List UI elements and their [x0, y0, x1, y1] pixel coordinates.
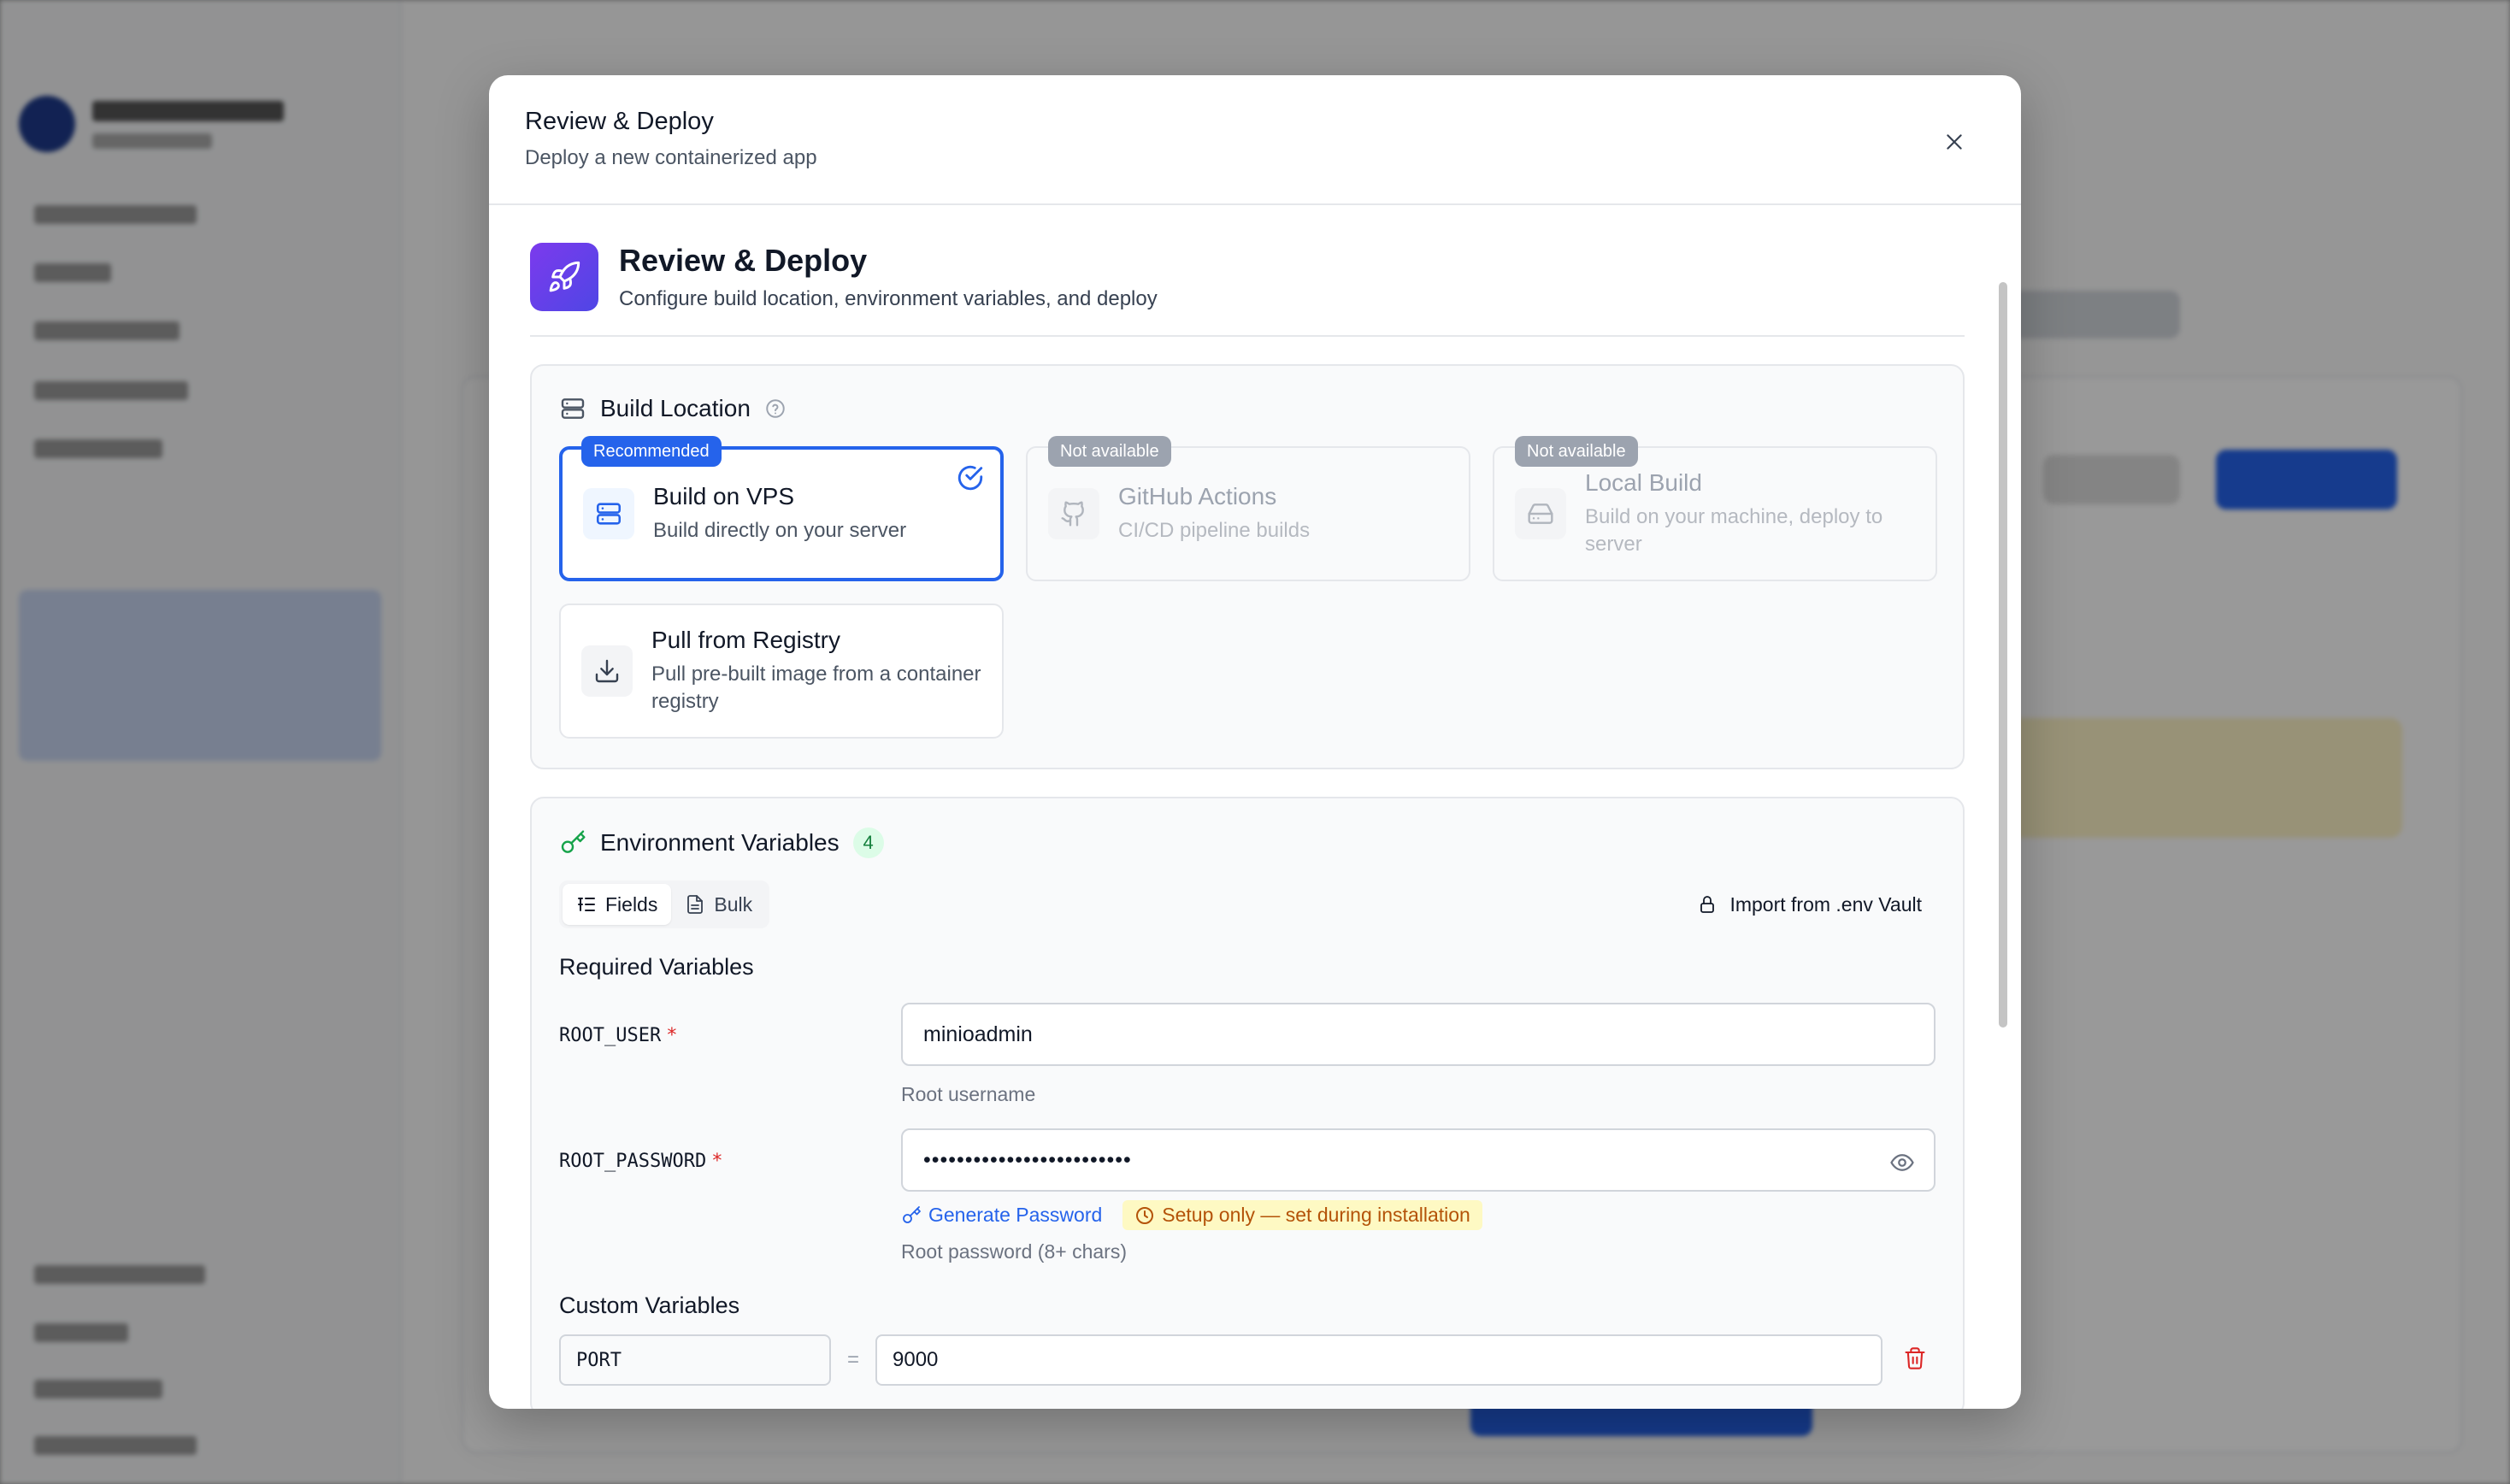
custom-key-input[interactable]: PORT	[559, 1334, 831, 1386]
file-text-icon	[687, 895, 704, 914]
step-title: Review & Deploy	[619, 243, 868, 278]
generate-password-link[interactable]: Generate Password	[901, 1204, 1102, 1227]
dialog-title: Review & Deploy	[525, 108, 714, 135]
environment-variables-panel: Environment Variables 4 Fields Bulk Impo…	[530, 797, 1965, 1409]
build-option-description: CI/CD pipeline builds	[1118, 519, 1311, 542]
tab-bulk-label: Bulk	[714, 892, 753, 916]
rocket-icon	[530, 243, 598, 311]
tab-bulk[interactable]: Bulk	[671, 884, 766, 925]
variable-row: ROOT_PASSWORD * •••••••••••••••••••••••••…	[559, 1128, 1936, 1263]
required-variables-title: Required Variables	[559, 954, 754, 980]
step-subtitle: Configure build location, environment va…	[619, 287, 1158, 310]
root-user-value: minioadmin	[923, 1022, 1033, 1046]
server-icon	[583, 488, 634, 539]
custom-key-value: PORT	[576, 1349, 622, 1371]
key-icon	[903, 1205, 921, 1223]
dialog-header: Review & Deploy Deploy a new containeriz…	[489, 75, 2021, 205]
build-option-registry[interactable]: Pull from Registry Pull pre-built image …	[559, 604, 1004, 739]
lock-icon	[1700, 896, 1715, 913]
equals-sign: =	[846, 1348, 859, 1371]
generate-password-label: Generate Password	[928, 1204, 1103, 1226]
build-option-description: Build directly on your server	[653, 519, 907, 542]
help-icon[interactable]	[764, 398, 787, 420]
not-available-badge: Not available	[1048, 436, 1171, 467]
dialog-body[interactable]: Review & Deploy Configure build location…	[489, 205, 2021, 1409]
variable-key: ROOT_PASSWORD *	[559, 1128, 901, 1263]
build-location-panel: Build Location Recommended Build on VPS …	[530, 364, 1965, 769]
eye-icon[interactable]	[1889, 1150, 1915, 1175]
root-password-input[interactable]: •••••••••••••••••••••••••	[901, 1128, 1936, 1192]
root-password-value: •••••••••••••••••••••••••	[923, 1147, 1132, 1172]
tab-fields[interactable]: Fields	[563, 884, 672, 925]
env-mode-toggle: Fields Bulk	[559, 880, 770, 928]
delete-variable-button[interactable]	[1903, 1346, 1927, 1375]
required-marker: *	[666, 1025, 678, 1046]
environment-variables-title: Environment Variables	[600, 829, 840, 856]
dialog-scrollbar[interactable]	[1999, 282, 2007, 1028]
variable-key-label: ROOT_PASSWORD	[559, 1151, 707, 1172]
custom-variable-row: PORT = 9000	[559, 1334, 1936, 1386]
required-marker: *	[711, 1151, 723, 1172]
build-option-vps[interactable]: Recommended Build on VPS Build directly …	[559, 436, 1004, 581]
build-option-github-actions: Not available GitHub Actions CI/CD pipel…	[1026, 436, 1470, 581]
tab-fields-label: Fields	[605, 892, 658, 916]
build-location-title: Build Location	[600, 395, 751, 421]
build-option-name: Build on VPS	[653, 483, 794, 509]
recommended-badge: Recommended	[581, 436, 722, 467]
check-circle-icon	[957, 465, 983, 491]
clock-icon	[1136, 1206, 1154, 1224]
not-available-badge: Not available	[1515, 436, 1638, 467]
trash-icon	[1905, 1346, 1925, 1369]
variable-count-badge: 4	[852, 827, 884, 858]
setup-only-label: Setup only — set during installation	[1162, 1204, 1470, 1226]
import-vault-label: Import from .env Vault	[1729, 892, 1922, 916]
import-vault-button[interactable]: Import from .env Vault	[1697, 893, 1936, 916]
server-icon	[561, 398, 585, 419]
build-option-name: Pull from Registry	[651, 627, 840, 653]
setup-only-badge: Setup only — set during installation	[1122, 1200, 1482, 1230]
variable-row: ROOT_USER * minioadmin Root username	[559, 1003, 1936, 1106]
step-header: Review & Deploy Configure build location…	[530, 205, 1965, 337]
root-user-input[interactable]: minioadmin	[901, 1003, 1936, 1066]
download-icon	[581, 645, 633, 697]
close-button[interactable]	[1936, 123, 1973, 161]
custom-value-input[interactable]: 9000	[875, 1334, 1882, 1386]
deploy-dialog: Review & Deploy Deploy a new containeriz…	[489, 75, 2021, 1409]
close-icon	[1947, 134, 1962, 150]
build-option-local: Not available Local Build Build on your …	[1493, 436, 1937, 581]
variable-key: ROOT_USER *	[559, 1003, 901, 1106]
hard-drive-icon	[1515, 488, 1566, 539]
build-option-description: Build on your machine, deploy to server	[1585, 505, 1883, 556]
custom-variables-title: Custom Variables	[559, 1293, 740, 1318]
variable-hint: Root username	[901, 1083, 1036, 1105]
variable-key-label: ROOT_USER	[559, 1025, 662, 1046]
custom-value-value: 9000	[893, 1348, 939, 1371]
key-icon	[561, 830, 586, 853]
github-icon	[1048, 488, 1099, 539]
list-icon	[578, 898, 595, 911]
variable-hint: Root password (8+ chars)	[901, 1240, 1127, 1263]
build-option-name: GitHub Actions	[1118, 483, 1277, 509]
dialog-subtitle: Deploy a new containerized app	[525, 146, 817, 169]
build-option-name: Local Build	[1585, 469, 1702, 496]
build-option-description: Pull pre-built image from a container re…	[651, 662, 981, 713]
